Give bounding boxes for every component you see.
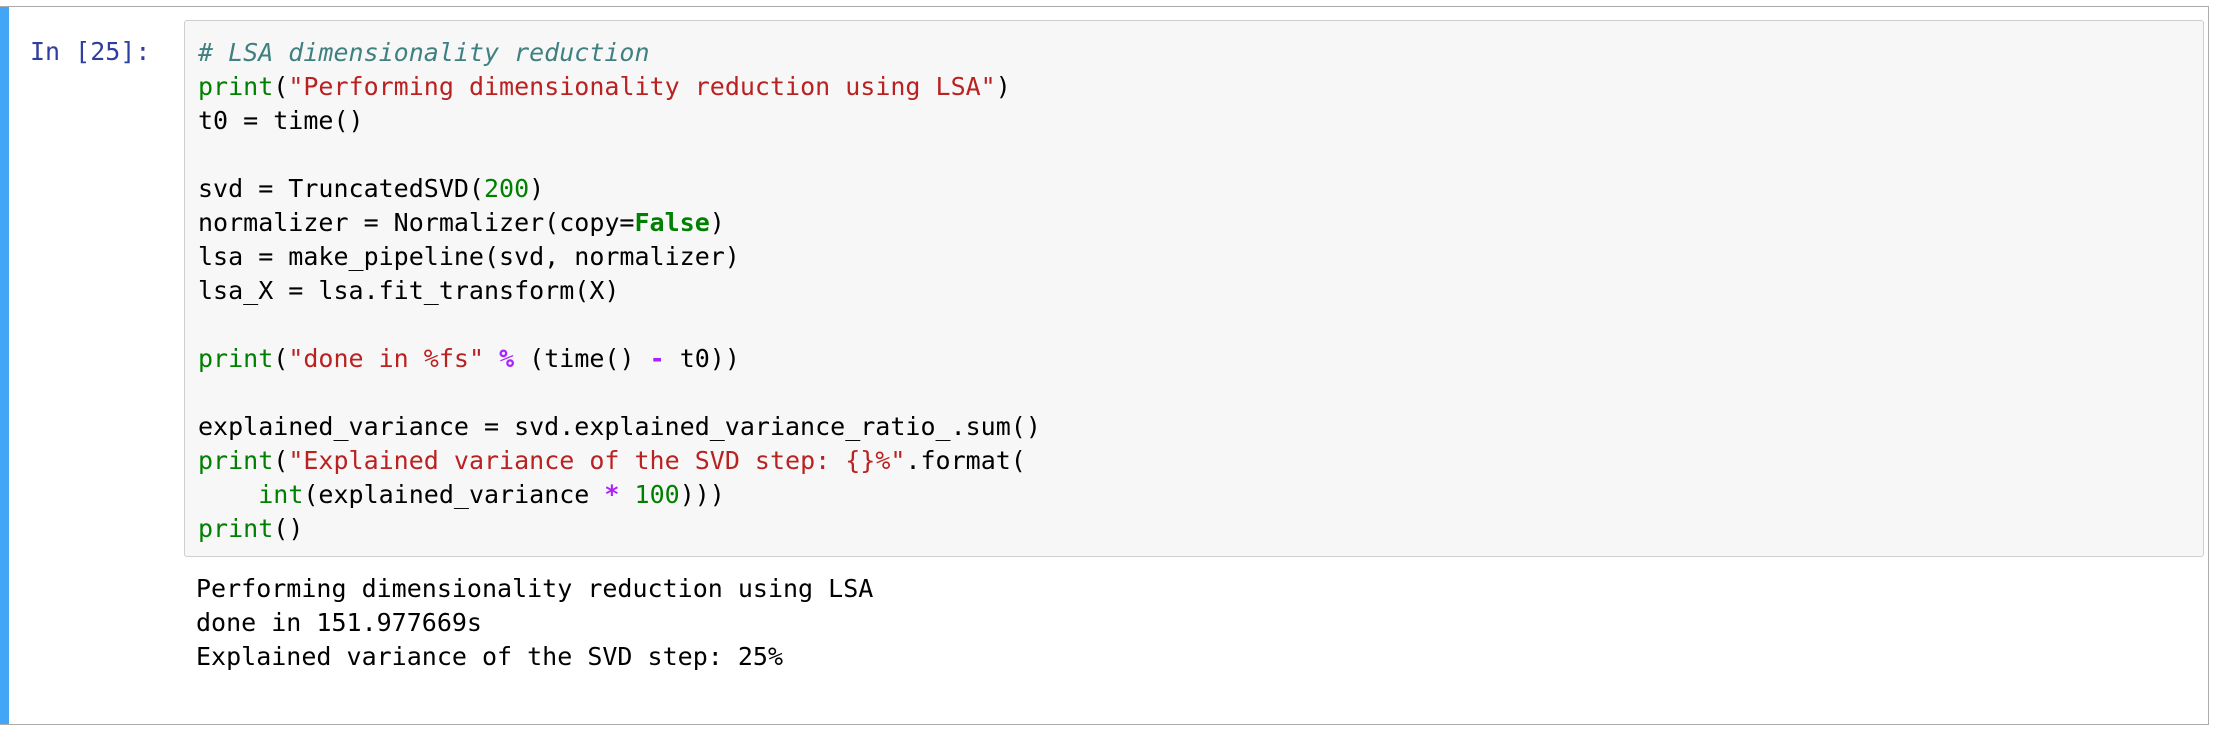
code-token: ) bbox=[995, 72, 1011, 101]
code-line: print() bbox=[198, 512, 1041, 546]
code-line: print("Performing dimensionality reducti… bbox=[198, 70, 1041, 104]
code-token-builtin: int bbox=[258, 480, 304, 509]
code-token-builtin: print bbox=[198, 72, 274, 101]
code-token: (explained_variance bbox=[303, 480, 605, 509]
notebook-code-cell[interactable]: In [25]: # LSA dimensionality reduction p… bbox=[0, 6, 2209, 725]
code-token: ( bbox=[273, 446, 289, 475]
code-token: ))) bbox=[679, 480, 725, 509]
code-token: explained_variance = svd.explained_varia… bbox=[198, 412, 1041, 441]
code-line: print("Explained variance of the SVD ste… bbox=[198, 444, 1041, 478]
code-token-builtin: print bbox=[198, 446, 274, 475]
output-line: done in 151.977669s bbox=[196, 608, 482, 637]
code-line: t0 = time() bbox=[198, 104, 1041, 138]
code-token: t0)) bbox=[664, 344, 740, 373]
code-token: (time() bbox=[514, 344, 650, 373]
code-token: lsa_X = lsa.fit_transform(X) bbox=[198, 276, 620, 305]
code-token-number: 200 bbox=[483, 174, 530, 203]
code-token-op: % bbox=[499, 344, 515, 373]
code-token: svd = TruncatedSVD( bbox=[198, 174, 484, 203]
code-token: ( bbox=[273, 344, 289, 373]
code-token-builtin: print bbox=[198, 514, 274, 543]
cell-selection-indicator bbox=[0, 7, 9, 724]
code-token-number: 100 bbox=[634, 480, 680, 509]
code-token-op: * bbox=[604, 480, 620, 509]
code-token-builtin: print bbox=[198, 344, 274, 373]
code-token: lsa = make_pipeline(svd, normalizer) bbox=[198, 242, 740, 271]
code-content[interactable]: # LSA dimensionality reduction print("Per… bbox=[198, 36, 1041, 546]
input-prompt: In [25]: bbox=[30, 37, 151, 66]
code-token-comment: # LSA dimensionality reduction bbox=[198, 38, 650, 67]
code-token-string: "Performing dimensionality reduction usi… bbox=[288, 72, 996, 101]
code-line: lsa_X = lsa.fit_transform(X) bbox=[198, 274, 1041, 308]
code-token: ) bbox=[709, 208, 725, 237]
code-line: int(explained_variance * 100))) bbox=[198, 478, 1041, 512]
code-token-string: "done in %fs" bbox=[288, 344, 484, 373]
code-token: ) bbox=[529, 174, 545, 203]
code-token: normalizer = Normalizer(copy= bbox=[198, 208, 635, 237]
code-token-string: "Explained variance of the SVD step: {}%… bbox=[288, 446, 906, 475]
code-line: svd = TruncatedSVD(200) bbox=[198, 172, 1041, 206]
code-token: ( bbox=[273, 72, 289, 101]
cell-output: Performing dimensionality reduction usin… bbox=[196, 572, 873, 674]
output-line: Performing dimensionality reduction usin… bbox=[196, 574, 874, 603]
code-line: explained_variance = svd.explained_varia… bbox=[198, 410, 1041, 444]
code-line: normalizer = Normalizer(copy=False) bbox=[198, 206, 1041, 240]
code-editor[interactable]: # LSA dimensionality reduction print("Per… bbox=[184, 20, 2204, 557]
code-token-keyword: False bbox=[634, 208, 710, 237]
code-line: print("done in %fs" % (time() - t0)) bbox=[198, 342, 1041, 376]
code-token-op: - bbox=[649, 344, 665, 373]
code-token: .format( bbox=[905, 446, 1026, 475]
output-line: Explained variance of the SVD step: 25% bbox=[196, 642, 783, 671]
code-line: # LSA dimensionality reduction bbox=[198, 36, 1041, 70]
code-token: () bbox=[273, 514, 304, 543]
code-token: t0 = time() bbox=[198, 106, 364, 135]
code-line: lsa = make_pipeline(svd, normalizer) bbox=[198, 240, 1041, 274]
